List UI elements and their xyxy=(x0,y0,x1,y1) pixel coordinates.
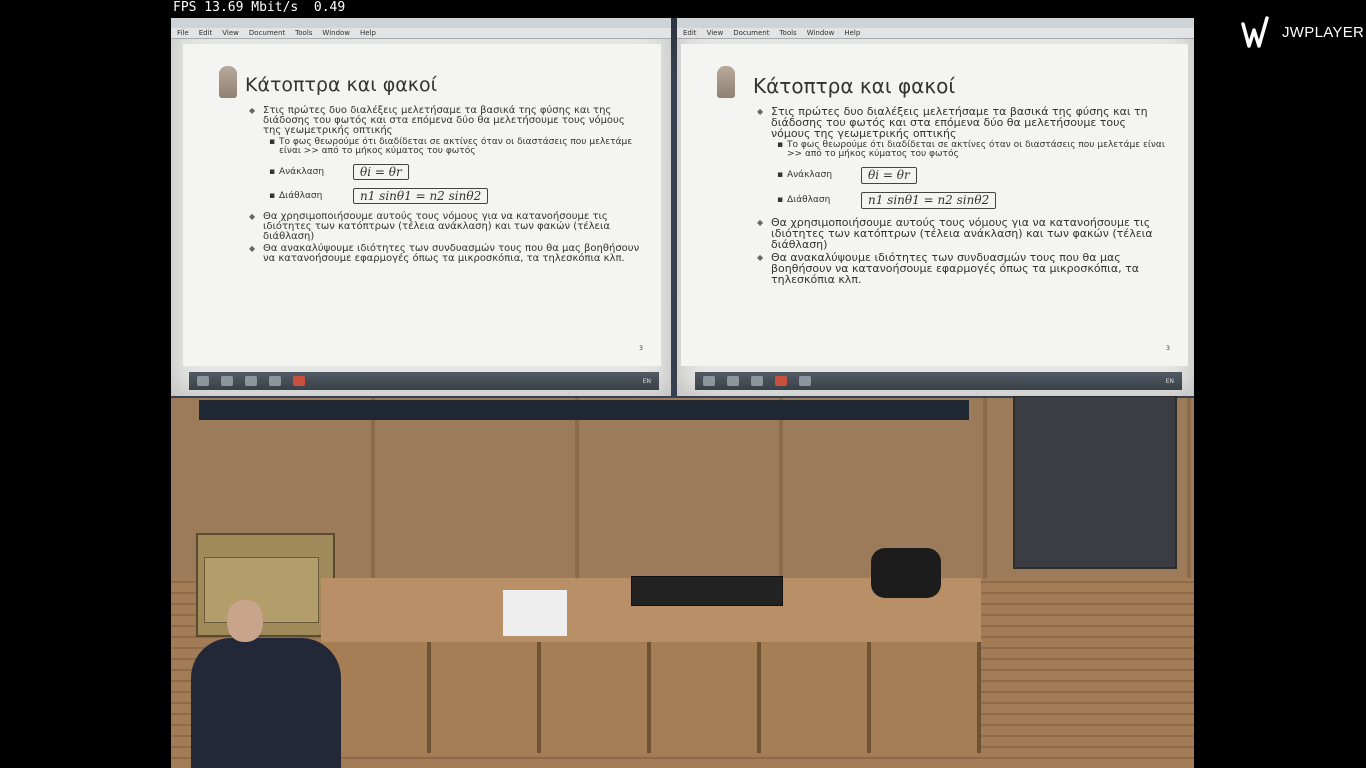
app-titlebar xyxy=(171,18,671,28)
browser-icon xyxy=(245,376,257,386)
menu-item: Tools xyxy=(295,29,313,37)
menu-item: Window xyxy=(806,29,835,37)
taskbar: EN xyxy=(189,372,659,390)
folder-icon xyxy=(221,376,233,386)
monitor xyxy=(631,576,783,606)
projection-screen-right: Edit View Document Tools Window Help Κάτ… xyxy=(677,18,1194,396)
door xyxy=(1013,395,1177,569)
menu-item: Edit xyxy=(683,29,697,37)
lecture-video[interactable]: File Edit View Document Tools Window Hel… xyxy=(171,18,1194,768)
menu-item: Help xyxy=(844,29,861,37)
menu-item: Help xyxy=(360,29,376,37)
slide-bullet: Στις πρώτες δυο διαλέξεις μελετήσαμε τα … xyxy=(757,106,1168,139)
law-name: Ανάκλαση xyxy=(787,170,833,180)
slide-bullet: Θα χρησιμοποιήσουμε αυτούς τους νόμους γ… xyxy=(249,212,641,242)
lecture-desk xyxy=(321,576,981,753)
menu-item: Document xyxy=(733,29,770,37)
law-name: Διάθλαση xyxy=(787,195,831,205)
refraction-law: Διάθλαση n1 sinθ1 = n2 sinθ2 xyxy=(757,192,1168,209)
tray-language: EN xyxy=(642,377,651,385)
jwplayer-logo[interactable]: JWPLAYER xyxy=(1240,12,1364,52)
slide-bullet: Θα χρησιμοποιήσουμε αυτούς τους νόμους γ… xyxy=(757,217,1168,250)
menu-item: View xyxy=(222,29,239,37)
stream-stats: FPS 13.69 Mbit/s 0.49 xyxy=(173,0,346,15)
jwplayer-brand: JWPLAYER xyxy=(1282,23,1365,41)
statue-logo-icon xyxy=(717,66,735,98)
lecturer-body xyxy=(191,638,341,768)
pdf-icon xyxy=(775,376,787,386)
slide-subbullet: Το φως θεωρούμε ότι διαδίδεται σε ακτίνε… xyxy=(757,141,1168,159)
slide-body: Στις πρώτες δυο διαλέξεις μελετήσαμε τα … xyxy=(249,106,641,266)
law-formula: n1 sinθ1 = n2 sinθ2 xyxy=(353,188,489,204)
law-formula: n1 sinθ1 = n2 sinθ2 xyxy=(861,192,997,209)
law-name: Διάθλαση xyxy=(279,191,323,201)
slide-title: Κάτοπτρα και φακοί xyxy=(245,74,438,96)
bag xyxy=(871,548,941,598)
refraction-law: Διάθλαση n1 sinθ1 = n2 sinθ2 xyxy=(249,188,641,204)
whiteboard-rail xyxy=(199,400,969,420)
media-icon xyxy=(269,376,281,386)
lecturer-head xyxy=(227,600,263,642)
slide-bullet: Στις πρώτες δυο διαλέξεις μελετήσαμε τα … xyxy=(249,106,641,136)
menu-item: File xyxy=(177,29,189,37)
taskbar: EN xyxy=(695,372,1182,390)
slide-number: 3 xyxy=(1166,345,1170,352)
pdf-icon xyxy=(293,376,305,386)
slide-body: Στις πρώτες δυο διαλέξεις μελετήσαμε τα … xyxy=(757,106,1168,287)
app-titlebar xyxy=(677,18,1194,28)
slide-number: 3 xyxy=(639,345,643,352)
law-name: Ανάκλαση xyxy=(279,167,325,177)
browser-icon xyxy=(727,376,739,386)
slide-title: Κάτοπτρα και φακοί xyxy=(753,74,956,98)
menu-item: Window xyxy=(322,29,351,37)
slide-bullet: Θα ανακαλύψουμε ιδιότητες των συνδυασμών… xyxy=(249,244,641,264)
slide-bullet: Θα ανακαλύψουμε ιδιότητες των συνδυασμών… xyxy=(757,252,1168,285)
app-menubar: File Edit View Document Tools Window Hel… xyxy=(171,28,671,39)
reflection-law: Ανάκλαση θi = θr xyxy=(249,164,641,180)
paper-sheet xyxy=(503,590,567,636)
menu-item: Tools xyxy=(779,29,797,37)
app-menubar: Edit View Document Tools Window Help xyxy=(677,28,1194,39)
folder-icon xyxy=(703,376,715,386)
law-formula: θi = θr xyxy=(353,164,409,180)
slide: Κάτοπτρα και φακοί Στις πρώτες δυο διαλέ… xyxy=(183,44,661,366)
media-icon xyxy=(751,376,763,386)
slide-subbullet: Το φως θεωρούμε ότι διαδίδεται σε ακτίνε… xyxy=(249,138,641,156)
app-icon xyxy=(799,376,811,386)
law-formula: θi = θr xyxy=(861,167,917,184)
tray-language: EN xyxy=(1165,377,1174,385)
menu-item: Edit xyxy=(198,29,213,37)
desk-front xyxy=(321,642,981,753)
projection-screen-left: File Edit View Document Tools Window Hel… xyxy=(171,18,671,396)
reflection-law: Ανάκλαση θi = θr xyxy=(757,167,1168,184)
start-icon xyxy=(197,376,209,386)
menu-item: View xyxy=(706,29,724,37)
menu-item: Document xyxy=(248,29,286,37)
lecturer xyxy=(191,598,341,768)
statue-logo-icon xyxy=(219,66,237,98)
jw-logo-icon xyxy=(1241,16,1269,48)
slide: Κάτοπτρα και φακοί Στις πρώτες δυο διαλέ… xyxy=(681,44,1188,366)
